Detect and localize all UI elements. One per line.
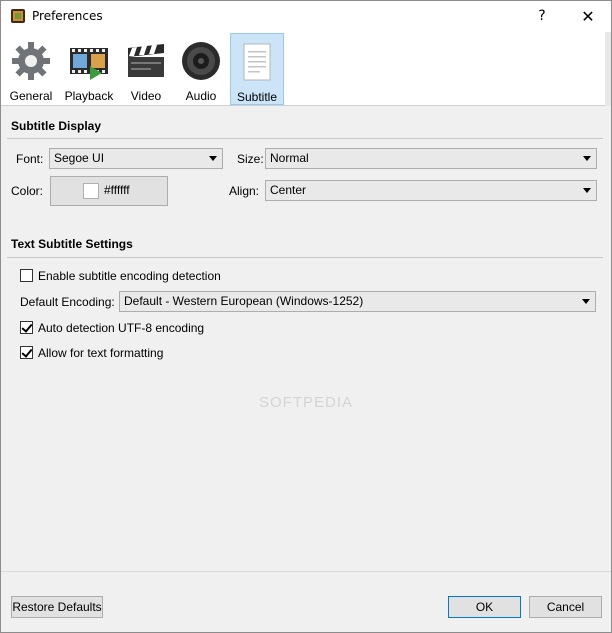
dialog-footer: Restore Defaults OK Cancel — [1, 571, 611, 632]
film-strip-icon — [70, 48, 108, 80]
font-label: Font: — [16, 152, 44, 166]
chevron-down-icon — [583, 156, 591, 161]
gear-icon — [12, 42, 50, 80]
restore-defaults-button[interactable]: Restore Defaults — [11, 596, 103, 618]
allow-text-formatting-checkbox[interactable] — [20, 346, 33, 359]
size-label: Size: — [237, 152, 264, 166]
align-label: Align: — [229, 184, 260, 198]
watermark: SOFTPEDIA — [259, 394, 354, 411]
font-select[interactable]: Segoe UI — [49, 148, 223, 169]
chevron-down-icon — [583, 188, 591, 193]
color-swatch — [83, 183, 99, 199]
section-divider — [7, 257, 603, 258]
tab-playback-label: Playback — [64, 89, 114, 103]
app-icon — [11, 9, 25, 23]
toolbar-scroll-edge — [605, 32, 611, 106]
enable-encoding-detection-checkbox[interactable] — [20, 269, 33, 282]
speaker-icon — [182, 42, 220, 80]
category-toolbar: General Playback Video Audio Subtitle — [1, 32, 611, 106]
color-label: Color: — [11, 184, 44, 198]
color-value: #ffffff — [104, 183, 130, 197]
align-select[interactable]: Center — [265, 180, 597, 201]
auto-utf8-detection-label[interactable]: Auto detection UTF-8 encoding — [38, 321, 204, 335]
tab-video-label: Video — [130, 89, 162, 103]
font-select-value: Segoe UI — [54, 151, 105, 165]
chevron-down-icon — [582, 299, 590, 304]
window-title: Preferences — [32, 9, 103, 23]
enable-encoding-detection-label[interactable]: Enable subtitle encoding detection — [38, 269, 221, 283]
text-subtitle-settings-heading: Text Subtitle Settings — [11, 237, 133, 251]
close-button[interactable]: ✕ — [565, 1, 611, 32]
tab-audio[interactable]: Audio — [175, 34, 227, 105]
subtitle-display-heading: Subtitle Display — [11, 119, 102, 133]
default-encoding-value: Default - Western European (Windows-1252… — [124, 294, 364, 308]
tab-general[interactable]: General — [5, 34, 57, 105]
tab-audio-label: Audio — [185, 89, 217, 103]
tab-subtitle[interactable]: Subtitle — [230, 33, 284, 105]
section-divider — [7, 138, 603, 139]
chevron-down-icon — [209, 156, 217, 161]
tab-subtitle-label: Subtitle — [236, 90, 278, 104]
document-icon — [243, 43, 271, 81]
tab-playback[interactable]: Playback — [61, 34, 117, 105]
help-button[interactable]: ? — [519, 1, 565, 32]
size-select[interactable]: Normal — [265, 148, 597, 169]
default-encoding-select[interactable]: Default - Western European (Windows-1252… — [119, 291, 596, 312]
align-select-value: Center — [270, 183, 307, 197]
tab-video[interactable]: Video — [121, 34, 171, 105]
tab-general-label: General — [9, 89, 53, 103]
subtitle-settings-panel: Subtitle Display Font: Segoe UI Size: No… — [1, 107, 611, 571]
color-picker-button[interactable]: #ffffff — [50, 176, 168, 206]
clapperboard-icon — [128, 44, 164, 77]
preferences-window: Preferences ? ✕ General Playback Video A… — [0, 0, 612, 633]
default-encoding-label: Default Encoding: — [20, 295, 115, 309]
allow-text-formatting-label[interactable]: Allow for text formatting — [38, 346, 163, 360]
size-select-value: Normal — [270, 151, 309, 165]
cancel-button[interactable]: Cancel — [529, 596, 602, 618]
ok-button[interactable]: OK — [448, 596, 521, 618]
title-bar: Preferences ? ✕ — [1, 1, 611, 32]
auto-utf8-detection-checkbox[interactable] — [20, 321, 33, 334]
